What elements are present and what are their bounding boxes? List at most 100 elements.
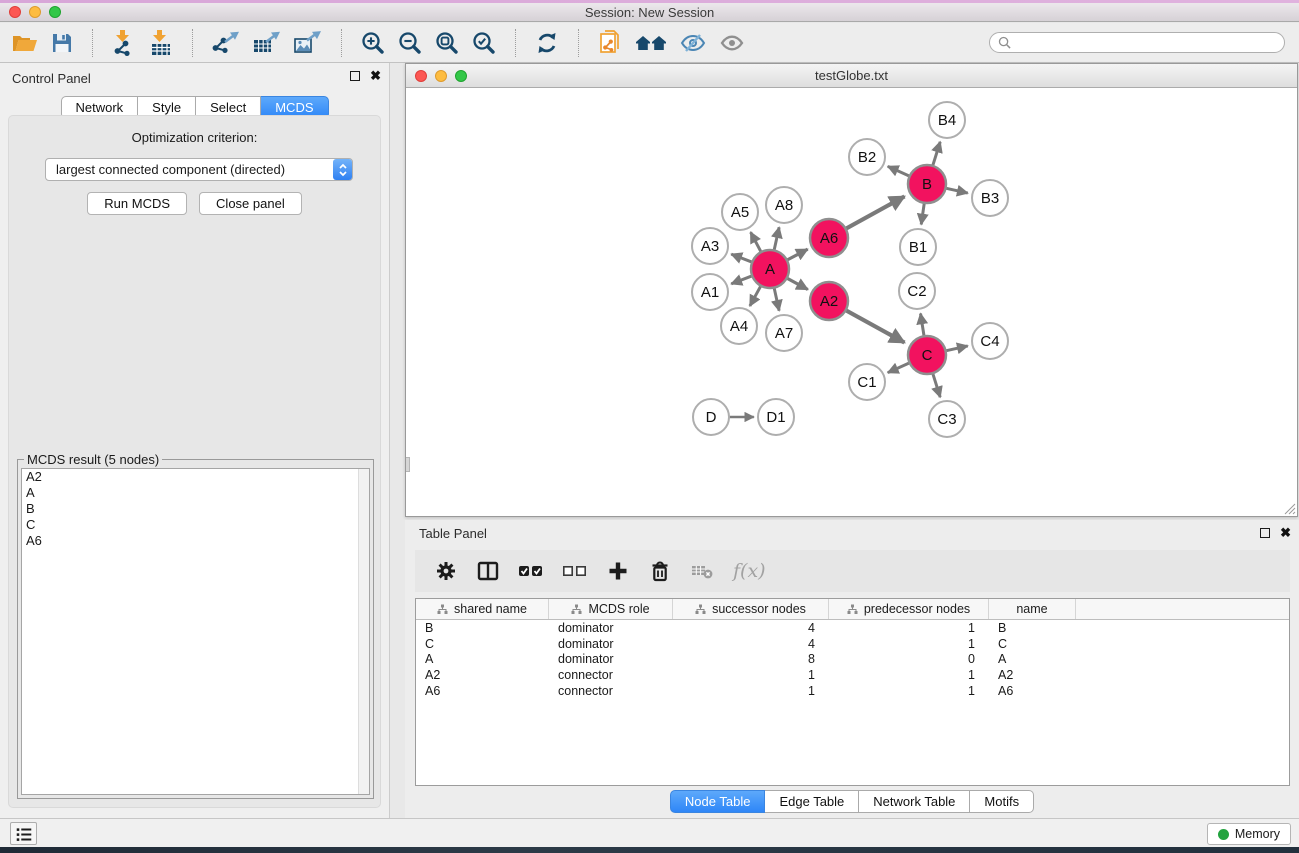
table-cell[interactable]: 4	[673, 621, 829, 635]
memory-button[interactable]: Memory	[1207, 823, 1291, 845]
column-header-name[interactable]: name	[989, 599, 1076, 619]
splitter-handle[interactable]	[406, 457, 410, 472]
table-row[interactable]: Cdominator41C	[416, 636, 1289, 652]
home-view-button[interactable]	[635, 28, 667, 58]
graph-edge-A-A3[interactable]	[731, 254, 753, 262]
deselect-all-button[interactable]	[563, 556, 587, 586]
table-cell[interactable]: 8	[673, 652, 829, 666]
mcds-result-item[interactable]: A	[22, 485, 369, 501]
zoom-selected-button[interactable]	[472, 28, 496, 58]
mcds-result-item[interactable]: A6	[22, 533, 369, 549]
graph-edge-A-A7[interactable]	[774, 287, 779, 311]
table-cell[interactable]: 4	[673, 637, 829, 651]
tab-motifs[interactable]: Motifs	[970, 790, 1034, 813]
float-panel-icon[interactable]	[350, 71, 360, 81]
graph-edge-A-A5[interactable]	[751, 232, 762, 253]
graph-edge-B-B2[interactable]	[888, 166, 911, 176]
column-header-successor-nodes[interactable]: successor nodes	[673, 599, 829, 619]
delete-column-button[interactable]	[649, 556, 671, 586]
graph-edge-C-C2[interactable]	[921, 314, 925, 338]
graph-edge-A-A1[interactable]	[731, 275, 753, 283]
run-mcds-button[interactable]: Run MCDS	[87, 192, 187, 215]
show-panels-button[interactable]	[10, 822, 37, 845]
column-header-predecessor-nodes[interactable]: predecessor nodes	[829, 599, 989, 619]
delete-table-button[interactable]	[691, 556, 713, 586]
hide-graphics-details-button[interactable]	[680, 28, 706, 58]
zoom-in-button[interactable]	[361, 28, 385, 58]
network-graph[interactable]: B4B2BB3B1A5A8A6A3AA1A2C2A4A7C4CC1C3DD1	[406, 88, 1297, 516]
criterion-dropdown[interactable]: largest connected component (directed)	[45, 158, 353, 181]
graph-edge-A2-C[interactable]	[845, 310, 905, 343]
table-row[interactable]: A6connector11A6	[416, 683, 1289, 699]
resize-grip-icon[interactable]	[1284, 503, 1296, 515]
export-network-button[interactable]	[212, 28, 240, 58]
export-image-button[interactable]	[294, 28, 322, 58]
column-header-shared-name[interactable]: shared name	[416, 599, 549, 619]
float-table-panel-icon[interactable]	[1260, 528, 1270, 538]
select-all-button[interactable]	[519, 556, 543, 586]
table-cell[interactable]: 1	[673, 684, 829, 698]
graph-edge-A-A6[interactable]	[786, 249, 808, 260]
table-cell[interactable]: C	[989, 637, 1076, 651]
mcds-result-item[interactable]: B	[22, 501, 369, 517]
show-column-panel-button[interactable]	[477, 556, 499, 586]
table-row[interactable]: Bdominator41B	[416, 620, 1289, 636]
graph-edge-B-B4[interactable]	[932, 142, 940, 167]
tab-network-table[interactable]: Network Table	[859, 790, 970, 813]
close-panel-button[interactable]: Close panel	[199, 192, 302, 215]
import-table-button[interactable]	[149, 28, 173, 58]
mcds-result-item[interactable]: A2	[22, 469, 369, 485]
graph-edge-B-B3[interactable]	[945, 188, 968, 193]
table-cell[interactable]: 1	[829, 684, 989, 698]
graph-edge-A-A8[interactable]	[774, 227, 779, 251]
scrollbar[interactable]	[358, 469, 369, 794]
zoom-out-button[interactable]	[398, 28, 422, 58]
graph-edge-B-B1[interactable]	[921, 202, 924, 225]
refresh-button[interactable]	[535, 28, 559, 58]
mcds-result-list[interactable]: A2ABCA6	[21, 468, 370, 795]
export-table-button[interactable]	[253, 28, 281, 58]
graph-edge-A-A2[interactable]	[786, 278, 808, 290]
network-minimize-button[interactable]	[435, 70, 447, 82]
graph-edge-A6-B[interactable]	[845, 196, 905, 229]
table-cell[interactable]: dominator	[549, 621, 673, 635]
table-cell[interactable]: 1	[673, 668, 829, 682]
table-cell[interactable]: 1	[829, 637, 989, 651]
table-cell[interactable]: dominator	[549, 652, 673, 666]
table-cell[interactable]: connector	[549, 684, 673, 698]
save-session-button[interactable]	[51, 28, 73, 58]
graph-edge-C-C4[interactable]	[945, 346, 968, 351]
table-cell[interactable]: 0	[829, 652, 989, 666]
table-cell[interactable]: B	[989, 621, 1076, 635]
import-network-button[interactable]	[112, 28, 136, 58]
search-box[interactable]	[989, 32, 1285, 53]
function-builder-button[interactable]: f(x)	[733, 560, 766, 582]
network-close-button[interactable]	[415, 70, 427, 82]
tab-edge-table[interactable]: Edge Table	[765, 790, 859, 813]
table-row[interactable]: A2connector11A2	[416, 667, 1289, 683]
graph-edge-C-C3[interactable]	[932, 372, 940, 397]
open-session-button[interactable]	[12, 28, 38, 58]
new-session-from-network-button[interactable]	[598, 28, 622, 58]
table-cell[interactable]: B	[416, 621, 549, 635]
close-panel-icon[interactable]: ✖	[370, 71, 381, 81]
zoom-window-button[interactable]	[49, 6, 61, 18]
table-cell[interactable]: A2	[416, 668, 549, 682]
table-cell[interactable]: 1	[829, 621, 989, 635]
zoom-fit-button[interactable]	[435, 28, 459, 58]
column-header-mcds-role[interactable]: MCDS role	[549, 599, 673, 619]
mcds-result-item[interactable]: C	[22, 517, 369, 533]
show-graphics-details-button[interactable]	[719, 28, 745, 58]
table-cell[interactable]: connector	[549, 668, 673, 682]
close-table-panel-icon[interactable]: ✖	[1280, 528, 1291, 538]
graph-edge-A-A4[interactable]	[750, 285, 762, 306]
network-window-titlebar[interactable]: testGlobe.txt	[406, 64, 1297, 88]
network-canvas[interactable]: B4B2BB3B1A5A8A6A3AA1A2C2A4A7C4CC1C3DD1	[406, 88, 1297, 516]
table-row[interactable]: Adominator80A	[416, 652, 1289, 668]
network-zoom-button[interactable]	[455, 70, 467, 82]
table-settings-button[interactable]	[435, 556, 457, 586]
graph-edge-C-C1[interactable]	[888, 362, 911, 372]
table-cell[interactable]: A	[416, 652, 549, 666]
table-cell[interactable]: A6	[989, 684, 1076, 698]
table-cell[interactable]: A2	[989, 668, 1076, 682]
